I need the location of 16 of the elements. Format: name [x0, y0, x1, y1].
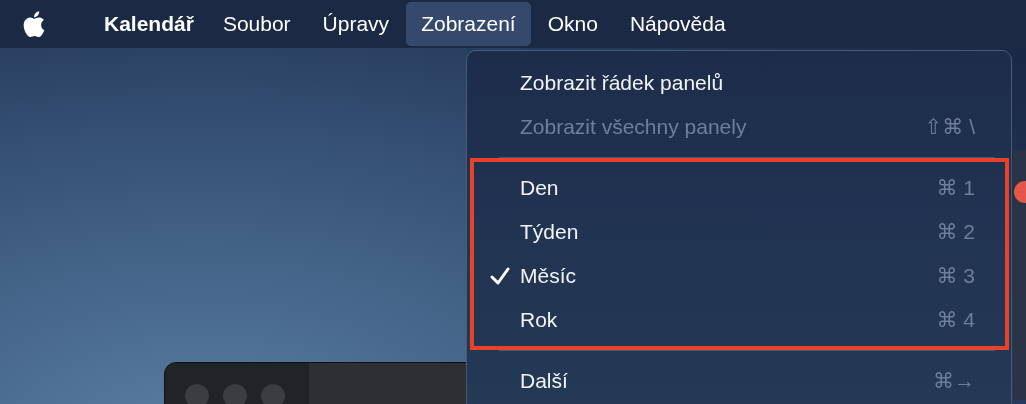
- menu-item[interactable]: Měsíc ⌘ 3: [474, 254, 1005, 298]
- menu-item[interactable]: Den ⌘ 1: [474, 166, 1005, 210]
- menu-bar-item[interactable]: Soubor: [207, 2, 306, 46]
- menu-item[interactable]: Další ⌘→: [474, 359, 1005, 403]
- menu-bar-item[interactable]: Okno: [532, 2, 613, 46]
- window-control-icon[interactable]: [261, 384, 285, 404]
- window-control-icon[interactable]: [223, 384, 247, 404]
- window-control-icon[interactable]: [185, 384, 209, 404]
- menu-item[interactable]: Rok ⌘ 4: [474, 298, 1005, 342]
- checkmark-icon: [490, 266, 510, 286]
- menu-item[interactable]: Zobrazit řádek panelů: [474, 61, 1005, 105]
- menu-item[interactable]: Týden ⌘ 2: [474, 210, 1005, 254]
- menu-bar-item[interactable]: Úpravy: [307, 2, 405, 46]
- menu-bar-item[interactable]: Zobrazení: [406, 2, 531, 46]
- menu-bar-item[interactable]: Nápověda: [614, 2, 741, 46]
- app-name[interactable]: Kalendář: [90, 4, 208, 44]
